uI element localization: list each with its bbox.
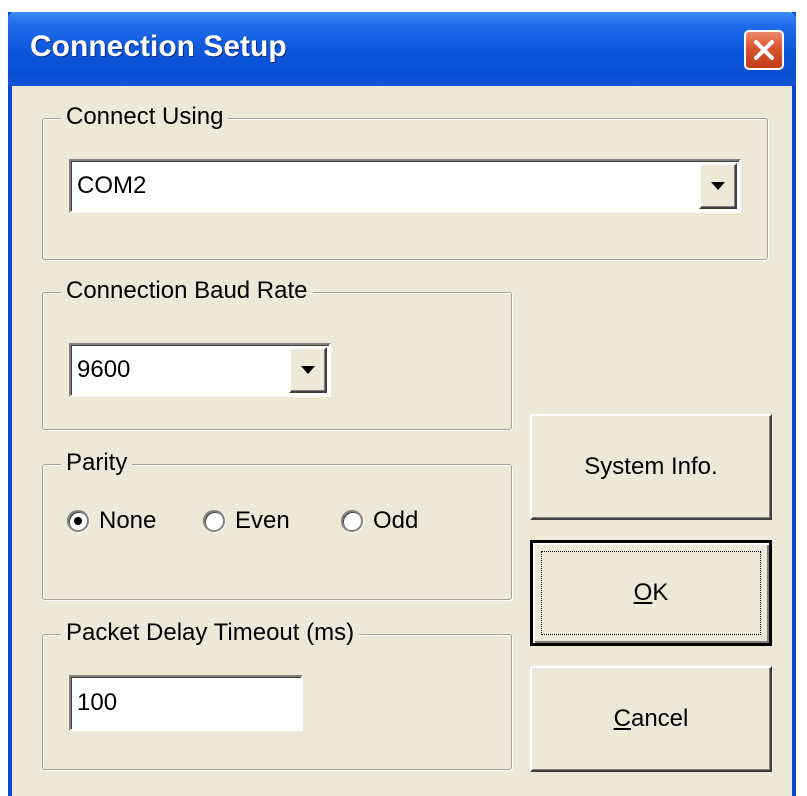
connect-using-group: Connect Using COM2 — [42, 100, 768, 260]
window-title: Connection Setup — [30, 30, 287, 63]
parity-group: Parity None Even Odd — [42, 446, 512, 600]
cancel-label-rest: ancel — [630, 705, 689, 732]
parity-label: Parity — [61, 446, 133, 480]
baud-rate-value: 9600 — [77, 356, 131, 383]
parity-option-none[interactable]: None — [67, 507, 156, 535]
parity-option-even[interactable]: Even — [203, 507, 290, 535]
cancel-button[interactable]: Cancel — [530, 666, 772, 772]
close-button[interactable] — [744, 30, 784, 70]
connect-using-value: COM2 — [77, 172, 147, 199]
packet-delay-value: 100 — [77, 689, 118, 716]
connect-using-label: Connect Using — [61, 100, 229, 134]
baud-rate-label: Connection Baud Rate — [61, 274, 313, 308]
chevron-down-icon — [711, 182, 725, 190]
focus-rectangle — [541, 551, 761, 635]
connect-using-dropdown-button[interactable] — [699, 163, 737, 209]
close-icon — [754, 40, 774, 60]
system-info-button[interactable]: System Info. — [530, 414, 772, 520]
title-bar[interactable]: Connection Setup — [8, 12, 796, 86]
chevron-down-icon — [301, 366, 315, 374]
packet-delay-label: Packet Delay Timeout (ms) — [61, 616, 360, 650]
parity-none-radio[interactable] — [67, 510, 89, 532]
packet-delay-input[interactable]: 100 — [69, 675, 303, 731]
baud-rate-group: Connection Baud Rate 9600 — [42, 274, 512, 430]
cancel-label: Cancel — [614, 705, 689, 733]
baud-rate-combobox[interactable]: 9600 — [69, 343, 331, 397]
parity-odd-label: Odd — [373, 507, 419, 534]
parity-none-label: None — [99, 507, 157, 534]
parity-even-label: Even — [235, 507, 290, 534]
cancel-mnemonic: C — [613, 705, 631, 732]
system-info-label: System Info. — [584, 453, 718, 480]
connection-setup-dialog: Connection Setup Connect Using COM2 Conn… — [8, 12, 796, 796]
parity-even-radio[interactable] — [203, 510, 225, 532]
packet-delay-group: Packet Delay Timeout (ms) 100 — [42, 616, 512, 770]
parity-odd-radio[interactable] — [341, 510, 363, 532]
connect-using-combobox[interactable]: COM2 — [69, 159, 741, 213]
parity-option-odd[interactable]: Odd — [341, 507, 418, 535]
ok-button[interactable]: OK — [530, 540, 772, 646]
baud-rate-dropdown-button[interactable] — [289, 347, 327, 393]
